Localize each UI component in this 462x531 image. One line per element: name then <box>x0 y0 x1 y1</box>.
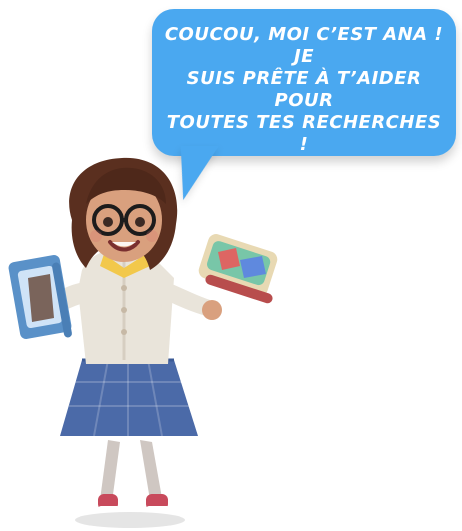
speech-line-1: COUCOU, MOI C’EST ANA ! JE <box>164 24 444 67</box>
librarian-character <box>8 157 278 528</box>
speech-bubble-text: COUCOU, MOI C’EST ANA ! JE SUIS PRÊTE À … <box>152 24 456 155</box>
stage: COUCOU, MOI C’EST ANA ! JE SUIS PRÊTE À … <box>0 0 462 531</box>
ground-shadow <box>75 512 185 528</box>
right-book <box>198 234 278 304</box>
head <box>69 157 178 270</box>
cardigan <box>78 248 174 364</box>
legs <box>98 440 170 512</box>
speech-line-2: SUIS PRÊTE À T’AIDER POUR <box>186 67 422 111</box>
left-book <box>8 255 72 339</box>
